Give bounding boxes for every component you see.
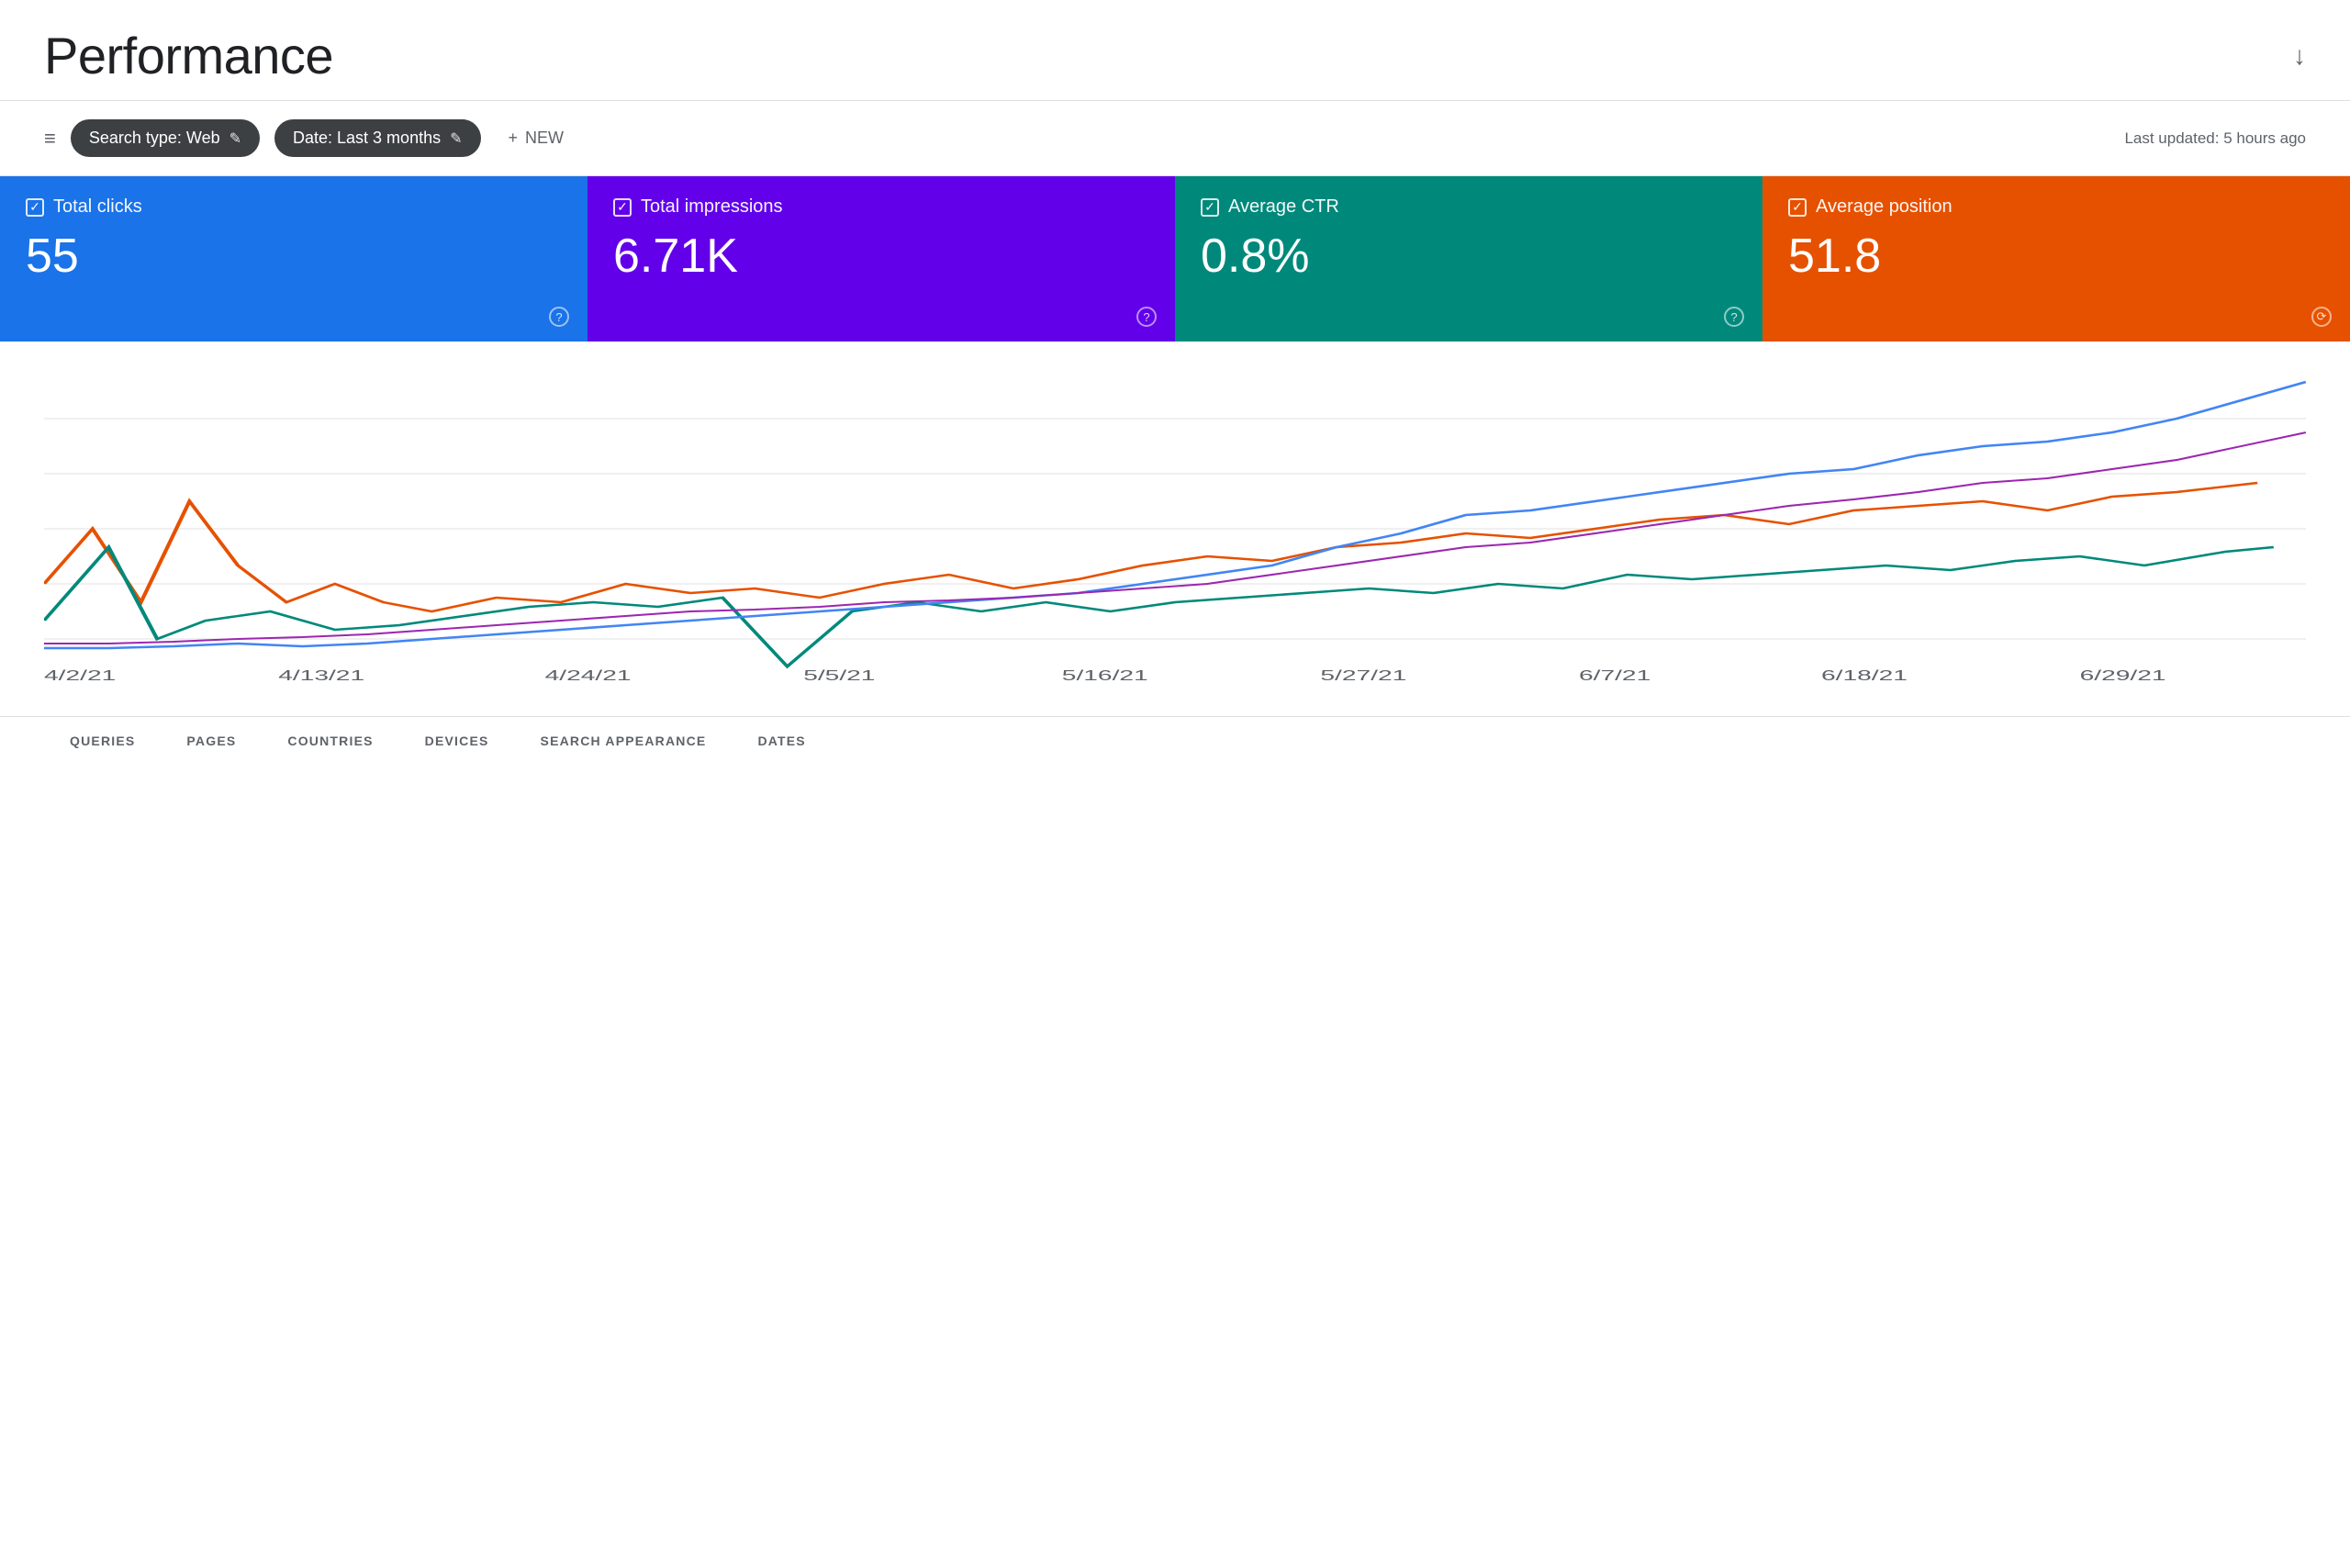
impressions-label: ✓ Total impressions [613, 196, 1149, 218]
date-edit-icon[interactable]: ✎ [450, 129, 462, 148]
position-help-icon[interactable]: ⟳ [2311, 307, 2332, 327]
svg-text:6/29/21: 6/29/21 [2080, 666, 2166, 683]
last-updated-label: Last updated: 5 hours ago [2124, 129, 2306, 148]
clicks-label: ✓ Total clicks [26, 196, 562, 218]
performance-chart: 4/2/21 4/13/21 4/24/21 5/5/21 5/16/21 5/… [44, 364, 2306, 694]
search-type-filter[interactable]: Search type: Web ✎ [71, 119, 260, 157]
tab-devices[interactable]: DEVICES [399, 717, 515, 765]
tab-pages[interactable]: PAGES [161, 717, 262, 765]
svg-text:6/7/21: 6/7/21 [1579, 666, 1651, 683]
plus-icon: + [509, 129, 519, 148]
metric-card-impressions[interactable]: ✓ Total impressions 6.71K ? [588, 176, 1175, 342]
metric-card-clicks[interactable]: ✓ Total clicks 55 ? [0, 176, 588, 342]
clicks-checkbox[interactable]: ✓ [26, 198, 44, 217]
svg-text:6/18/21: 6/18/21 [1821, 666, 1908, 683]
impressions-checkbox[interactable]: ✓ [613, 198, 632, 217]
metrics-row: ✓ Total clicks 55 ? ✓ Total impressions … [0, 176, 2350, 342]
header: Performance ↓ [0, 0, 2350, 101]
tabs-bar: QUERIES PAGES COUNTRIES DEVICES SEARCH A… [0, 716, 2350, 765]
clicks-value: 55 [26, 230, 562, 283]
download-icon[interactable]: ↓ [2293, 41, 2306, 71]
filter-bar: ≡ Search type: Web ✎ Date: Last 3 months… [0, 101, 2350, 176]
chart-svg-container: 4/2/21 4/13/21 4/24/21 5/5/21 5/16/21 5/… [44, 364, 2306, 694]
position-value: 51.8 [1788, 230, 2324, 283]
filter-menu-icon[interactable]: ≡ [44, 127, 56, 151]
new-label: NEW [525, 129, 564, 148]
svg-text:5/16/21: 5/16/21 [1062, 666, 1148, 683]
metric-card-position[interactable]: ✓ Average position 51.8 ⟳ [1762, 176, 2350, 342]
search-type-edit-icon[interactable]: ✎ [229, 129, 241, 148]
tab-search-appearance[interactable]: SEARCH APPEARANCE [515, 717, 733, 765]
metric-card-ctr[interactable]: ✓ Average CTR 0.8% ? [1175, 176, 1762, 342]
position-checkbox[interactable]: ✓ [1788, 198, 1807, 217]
tab-dates[interactable]: DATES [732, 717, 831, 765]
impressions-value: 6.71K [613, 230, 1149, 283]
chart-area: 4/2/21 4/13/21 4/24/21 5/5/21 5/16/21 5/… [0, 342, 2350, 716]
header-right: ↓ [2293, 41, 2306, 71]
position-label: ✓ Average position [1788, 196, 2324, 218]
date-filter[interactable]: Date: Last 3 months ✎ [274, 119, 481, 157]
new-filter-button[interactable]: + NEW [496, 119, 577, 157]
page-container: Performance ↓ ≡ Search type: Web ✎ Date:… [0, 0, 2350, 1568]
clicks-help-icon[interactable]: ? [549, 307, 569, 327]
page-title: Performance [44, 26, 333, 85]
svg-text:5/5/21: 5/5/21 [803, 666, 875, 683]
ctr-help-icon[interactable]: ? [1724, 307, 1744, 327]
svg-text:4/13/21: 4/13/21 [278, 666, 364, 683]
date-label: Date: Last 3 months [293, 129, 441, 148]
ctr-value: 0.8% [1201, 230, 1737, 283]
svg-text:5/27/21: 5/27/21 [1320, 666, 1406, 683]
svg-text:4/24/21: 4/24/21 [545, 666, 632, 683]
ctr-checkbox[interactable]: ✓ [1201, 198, 1219, 217]
svg-text:4/2/21: 4/2/21 [44, 666, 116, 683]
ctr-label: ✓ Average CTR [1201, 196, 1737, 218]
tab-countries[interactable]: COUNTRIES [262, 717, 398, 765]
tab-queries[interactable]: QUERIES [44, 717, 161, 765]
impressions-help-icon[interactable]: ? [1136, 307, 1157, 327]
search-type-label: Search type: Web [89, 129, 220, 148]
